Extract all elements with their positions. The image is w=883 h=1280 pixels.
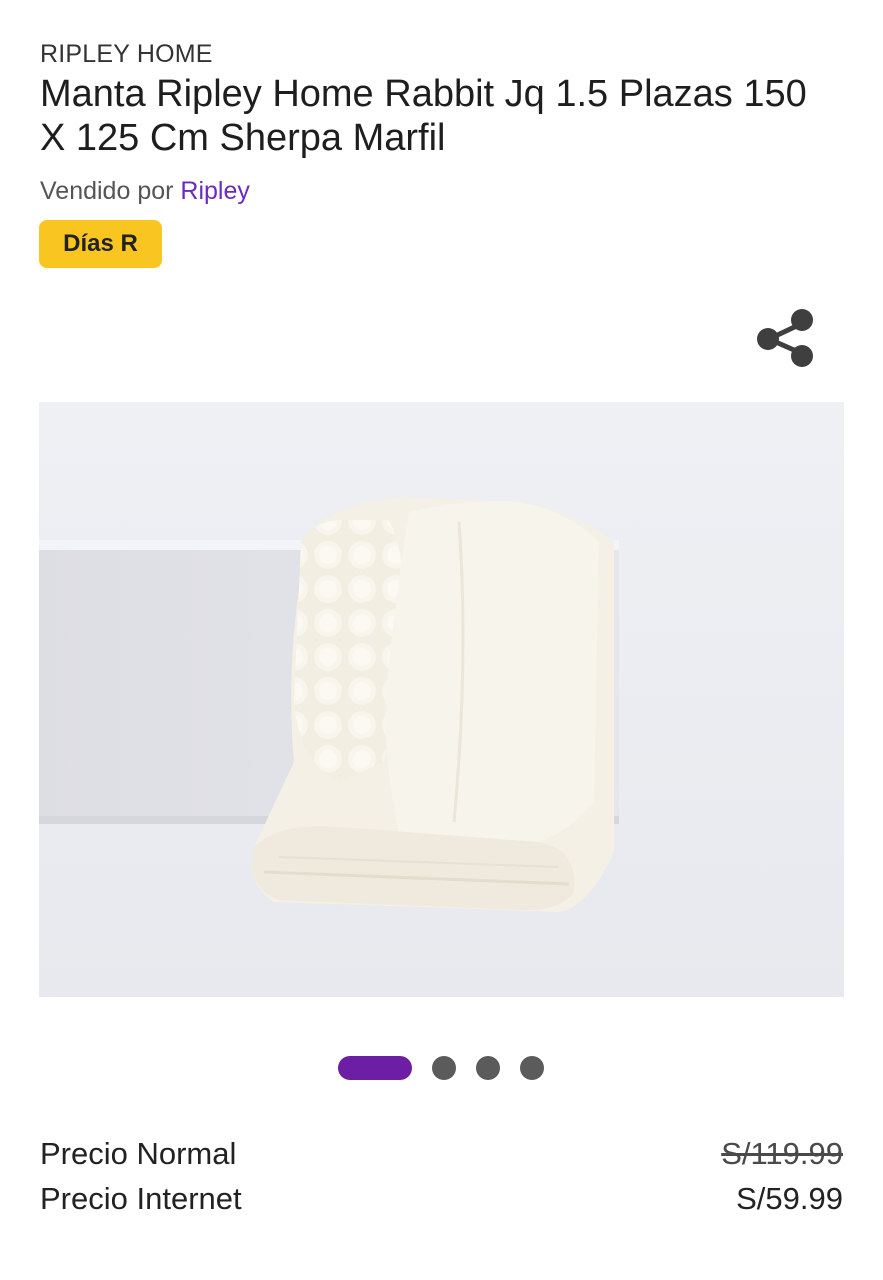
pagination-dot-1[interactable] <box>338 1056 412 1080</box>
normal-price-value: S/119.99 <box>721 1136 843 1171</box>
image-pagination <box>338 1056 544 1080</box>
normal-price-label: Precio Normal <box>40 1136 237 1171</box>
pagination-dot-3[interactable] <box>476 1056 500 1080</box>
seller-prefix: Vendido por <box>40 177 174 205</box>
share-button[interactable] <box>753 306 817 370</box>
internet-price-label: Precio Internet <box>40 1181 242 1216</box>
blanket-photo <box>39 402 844 997</box>
internet-price-row: Precio Internet S/59.99 <box>40 1181 843 1217</box>
pagination-dot-4[interactable] <box>520 1056 544 1080</box>
brand-name: RIPLEY HOME <box>40 40 213 68</box>
seller-link[interactable]: Ripley <box>180 177 249 205</box>
pagination-dot-2[interactable] <box>432 1056 456 1080</box>
product-image[interactable] <box>39 402 844 997</box>
product-title: Manta Ripley Home Rabbit Jq 1.5 Plazas 1… <box>40 73 807 159</box>
promo-badge: Días R <box>39 220 162 268</box>
share-icon <box>757 309 813 367</box>
seller-info: Vendido por Ripley <box>40 177 250 206</box>
internet-price-value: S/59.99 <box>736 1181 843 1216</box>
normal-price-row: Precio Normal S/119.99 <box>40 1136 843 1172</box>
